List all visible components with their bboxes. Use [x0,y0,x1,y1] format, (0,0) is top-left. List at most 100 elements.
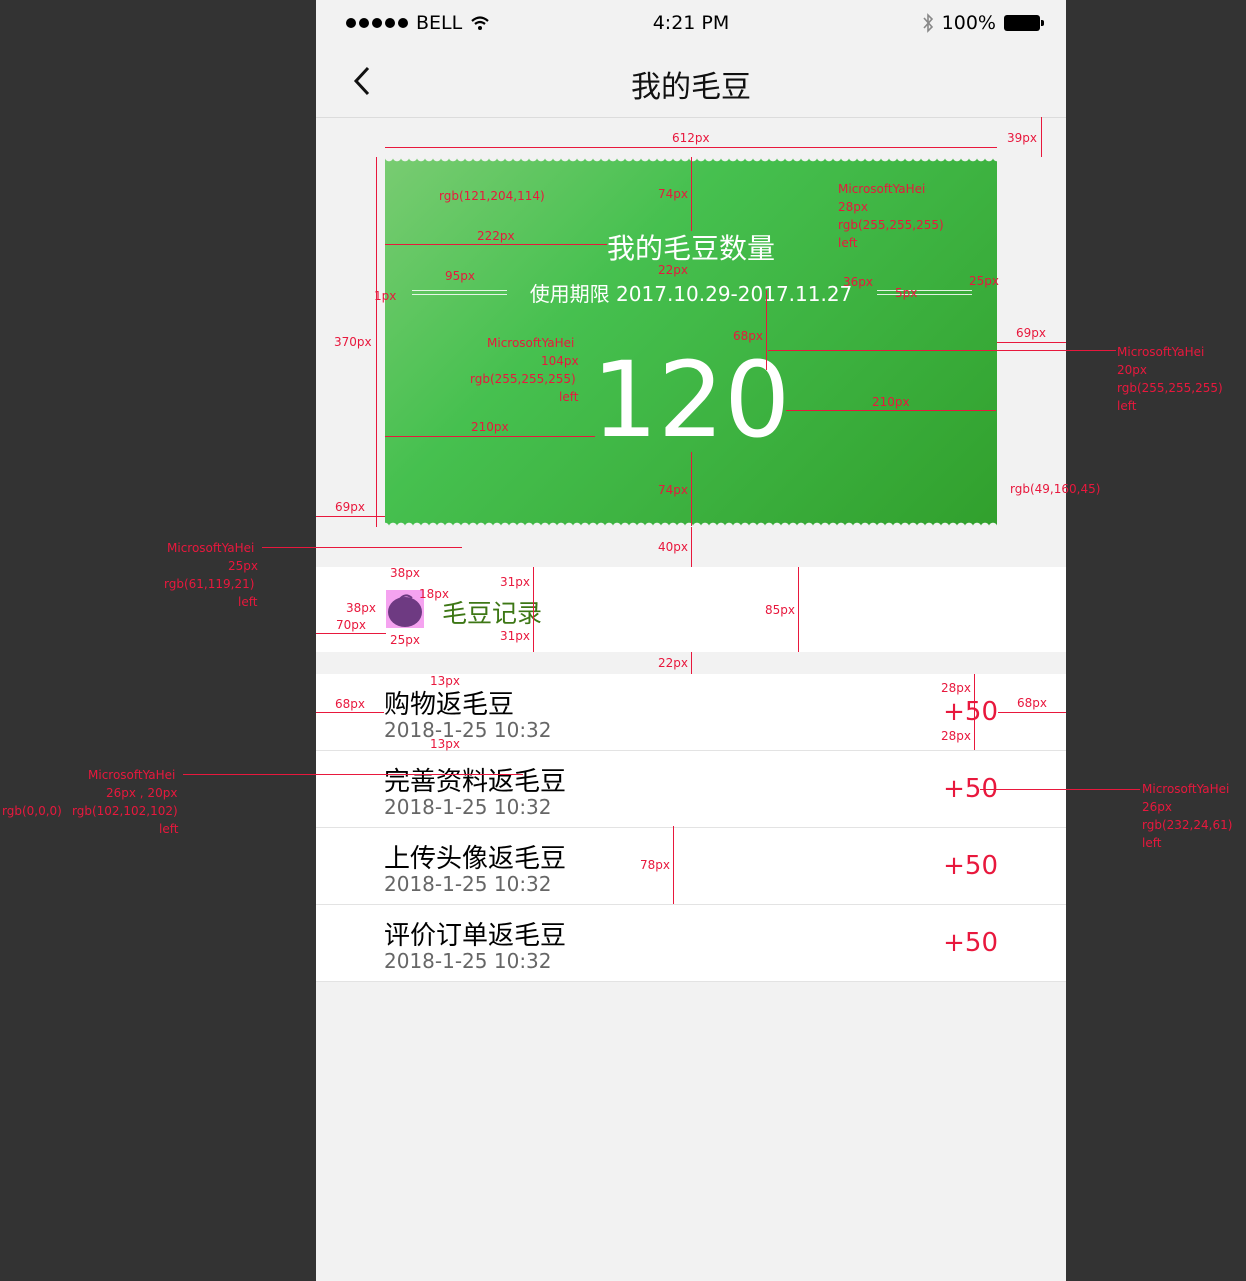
battery-icon [1004,15,1044,31]
spec-label: 36px [843,275,873,289]
spec-label: left [1117,399,1137,413]
measure-line [766,290,767,370]
list-item[interactable]: 评价订单返毛豆 2018-1-25 10:32 +50 [316,905,1066,982]
measure-line [768,350,1116,351]
measure-line [997,342,1066,343]
spec-label: 40px [658,540,688,554]
nav-bar: 我的毛豆 [316,50,1066,118]
spec-label: left [238,595,258,609]
divider-right [877,290,972,295]
spec-label: 22px [658,263,688,277]
status-right: 100% [922,12,1044,34]
spec-label: 22px [658,656,688,670]
spec-label: 78px [640,858,670,872]
spec-label: left [159,822,179,836]
spec-label: rgb(0,0,0) [2,804,62,818]
spec-label: 28px [941,729,971,743]
measure-line [385,147,997,148]
bean-record-header[interactable]: 毛豆记录 [316,567,1066,652]
spec-label: MicrosoftYaHei [167,541,255,555]
measure-line [1041,117,1042,157]
item-time: 2018-1-25 10:32 [384,949,552,973]
item-amount: +50 [943,697,998,727]
spec-label: 1px [374,289,397,303]
spec-label: 13px [430,674,460,688]
measure-line [691,452,692,526]
spec-label: 210px [471,420,509,434]
measure-line [376,157,377,527]
measure-line [533,567,534,652]
spec-label: MicrosoftYaHei [838,182,926,196]
measure-line [691,652,692,674]
record-list: 购物返毛豆 2018-1-25 10:32 +50 完善资料返毛豆 2018-1… [316,674,1066,982]
spec-label: rgb(255,255,255) [838,218,944,232]
item-time: 2018-1-25 10:32 [384,872,552,896]
spec-label: 370px [334,335,372,349]
spec-label: rgb(232,24,61) [1142,818,1233,832]
spec-label: MicrosoftYaHei [487,336,575,350]
spec-label: 70px [336,618,366,632]
spec-label: 74px [658,187,688,201]
measure-line [798,567,799,652]
measure-line [385,436,595,437]
spec-label: rgb(102,102,102) [72,804,178,818]
spec-label: 104px [541,354,579,368]
measure-line [316,633,386,634]
spec-label: 31px [500,629,530,643]
spec-label: 28px [838,200,868,214]
measure-line [183,774,523,775]
spec-label: 5px [895,286,918,300]
item-time: 2018-1-25 10:32 [384,718,552,742]
spec-label: 69px [1016,326,1046,340]
battery-percent: 100% [941,12,996,34]
spec-label: 13px [430,737,460,751]
list-item[interactable]: 完善资料返毛豆 2018-1-25 10:32 +50 [316,751,1066,828]
spec-label: 38px [390,566,420,580]
spec-label: 74px [658,483,688,497]
measure-line [262,547,462,548]
spec-label: 25px [228,559,258,573]
spec-label: left [1142,836,1162,850]
spec-label: MicrosoftYaHei [1117,345,1205,359]
spec-label: 85px [765,603,795,617]
status-bar: BELL 4:21 PM 100% [316,0,1066,50]
spec-label: left [838,236,858,250]
spec-label: 18px [419,587,449,601]
measure-line [998,712,1066,713]
measure-line [974,674,975,750]
item-title: 购物返毛豆 [384,690,515,720]
spec-label: 26px [1142,800,1172,814]
spec-label: 210px [872,395,910,409]
spec-label: 25px [969,274,999,288]
spec-label: 26px , 20px [106,786,178,800]
measure-line [786,410,996,411]
bluetooth-icon [923,13,933,33]
item-title: 上传头像返毛豆 [384,844,567,874]
spec-label: rgb(49,160,45) [1010,482,1101,496]
spec-label: 612px [672,131,710,145]
spec-label: 25px [390,633,420,647]
record-label: 毛豆记录 [442,599,543,628]
spec-label: rgb(255,255,255) [1117,381,1223,395]
item-time: 2018-1-25 10:32 [384,795,552,819]
spec-label: MicrosoftYaHei [88,768,176,782]
measure-line [316,516,385,517]
page-title: 我的毛豆 [631,70,751,105]
measure-line [385,244,607,245]
item-title: 评价订单返毛豆 [384,921,567,951]
measure-line [673,826,674,904]
measure-line [316,712,384,713]
spec-label: 68px [733,329,763,343]
spec-label: 69px [335,500,365,514]
spec-label: 95px [445,269,475,283]
spec-label: rgb(121,204,114) [439,189,545,203]
spec-label: 39px [1007,131,1037,145]
spec-label: rgb(61,119,21) [164,577,255,591]
list-item[interactable]: 上传头像返毛豆 2018-1-25 10:32 +50 [316,828,1066,905]
measure-line [691,157,692,231]
spec-label: 28px [941,681,971,695]
spec-label: 38px [346,601,376,615]
spec-label: left [559,390,579,404]
measure-line [691,527,692,567]
spec-label: 68px [335,697,365,711]
